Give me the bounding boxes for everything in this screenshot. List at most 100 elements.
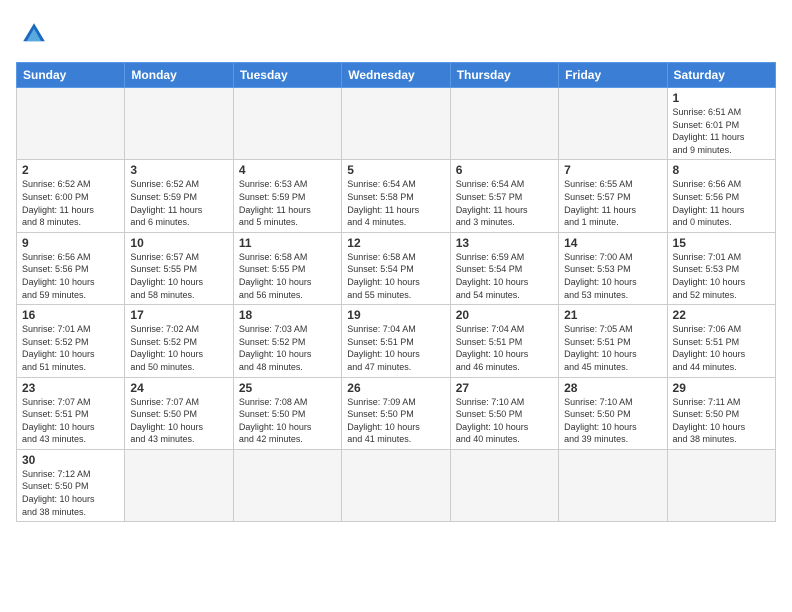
day-info: Sunrise: 7:04 AM Sunset: 5:51 PM Dayligh…: [347, 323, 444, 373]
logo: [16, 16, 56, 52]
calendar-row: 16Sunrise: 7:01 AM Sunset: 5:52 PM Dayli…: [17, 305, 776, 377]
day-number: 4: [239, 163, 336, 177]
calendar-cell: 4Sunrise: 6:53 AM Sunset: 5:59 PM Daylig…: [233, 160, 341, 232]
day-info: Sunrise: 7:11 AM Sunset: 5:50 PM Dayligh…: [673, 396, 770, 446]
calendar-cell: 27Sunrise: 7:10 AM Sunset: 5:50 PM Dayli…: [450, 377, 558, 449]
calendar-row: 30Sunrise: 7:12 AM Sunset: 5:50 PM Dayli…: [17, 449, 776, 521]
day-info: Sunrise: 6:54 AM Sunset: 5:57 PM Dayligh…: [456, 178, 553, 228]
day-info: Sunrise: 7:02 AM Sunset: 5:52 PM Dayligh…: [130, 323, 227, 373]
day-number: 3: [130, 163, 227, 177]
calendar-cell: 1Sunrise: 6:51 AM Sunset: 6:01 PM Daylig…: [667, 88, 775, 160]
calendar-table: SundayMondayTuesdayWednesdayThursdayFrid…: [16, 62, 776, 522]
calendar-cell: 11Sunrise: 6:58 AM Sunset: 5:55 PM Dayli…: [233, 232, 341, 304]
day-info: Sunrise: 7:06 AM Sunset: 5:51 PM Dayligh…: [673, 323, 770, 373]
calendar-cell: [342, 88, 450, 160]
calendar-cell: 20Sunrise: 7:04 AM Sunset: 5:51 PM Dayli…: [450, 305, 558, 377]
day-info: Sunrise: 7:09 AM Sunset: 5:50 PM Dayligh…: [347, 396, 444, 446]
day-number: 26: [347, 381, 444, 395]
day-info: Sunrise: 6:52 AM Sunset: 5:59 PM Dayligh…: [130, 178, 227, 228]
calendar-cell: [125, 449, 233, 521]
day-number: 25: [239, 381, 336, 395]
day-info: Sunrise: 7:12 AM Sunset: 5:50 PM Dayligh…: [22, 468, 119, 518]
calendar-cell: 28Sunrise: 7:10 AM Sunset: 5:50 PM Dayli…: [559, 377, 667, 449]
weekday-sunday: Sunday: [17, 63, 125, 88]
day-info: Sunrise: 6:53 AM Sunset: 5:59 PM Dayligh…: [239, 178, 336, 228]
weekday-monday: Monday: [125, 63, 233, 88]
calendar-cell: [233, 88, 341, 160]
calendar-cell: 12Sunrise: 6:58 AM Sunset: 5:54 PM Dayli…: [342, 232, 450, 304]
day-info: Sunrise: 6:56 AM Sunset: 5:56 PM Dayligh…: [22, 251, 119, 301]
day-info: Sunrise: 6:56 AM Sunset: 5:56 PM Dayligh…: [673, 178, 770, 228]
calendar-cell: 10Sunrise: 6:57 AM Sunset: 5:55 PM Dayli…: [125, 232, 233, 304]
weekday-wednesday: Wednesday: [342, 63, 450, 88]
day-info: Sunrise: 6:54 AM Sunset: 5:58 PM Dayligh…: [347, 178, 444, 228]
calendar-row: 9Sunrise: 6:56 AM Sunset: 5:56 PM Daylig…: [17, 232, 776, 304]
page: SundayMondayTuesdayWednesdayThursdayFrid…: [0, 0, 792, 530]
day-info: Sunrise: 6:52 AM Sunset: 6:00 PM Dayligh…: [22, 178, 119, 228]
day-info: Sunrise: 7:07 AM Sunset: 5:51 PM Dayligh…: [22, 396, 119, 446]
weekday-header-row: SundayMondayTuesdayWednesdayThursdayFrid…: [17, 63, 776, 88]
day-number: 8: [673, 163, 770, 177]
day-number: 7: [564, 163, 661, 177]
calendar-cell: 14Sunrise: 7:00 AM Sunset: 5:53 PM Dayli…: [559, 232, 667, 304]
day-number: 20: [456, 308, 553, 322]
weekday-saturday: Saturday: [667, 63, 775, 88]
calendar-cell: [450, 88, 558, 160]
day-info: Sunrise: 6:55 AM Sunset: 5:57 PM Dayligh…: [564, 178, 661, 228]
calendar-cell: 18Sunrise: 7:03 AM Sunset: 5:52 PM Dayli…: [233, 305, 341, 377]
day-number: 13: [456, 236, 553, 250]
calendar-cell: 6Sunrise: 6:54 AM Sunset: 5:57 PM Daylig…: [450, 160, 558, 232]
day-info: Sunrise: 7:01 AM Sunset: 5:52 PM Dayligh…: [22, 323, 119, 373]
day-info: Sunrise: 6:58 AM Sunset: 5:54 PM Dayligh…: [347, 251, 444, 301]
day-number: 19: [347, 308, 444, 322]
calendar-cell: 2Sunrise: 6:52 AM Sunset: 6:00 PM Daylig…: [17, 160, 125, 232]
calendar-cell: [342, 449, 450, 521]
calendar-cell: [233, 449, 341, 521]
calendar-cell: [667, 449, 775, 521]
day-number: 22: [673, 308, 770, 322]
day-info: Sunrise: 7:07 AM Sunset: 5:50 PM Dayligh…: [130, 396, 227, 446]
day-info: Sunrise: 7:00 AM Sunset: 5:53 PM Dayligh…: [564, 251, 661, 301]
day-number: 9: [22, 236, 119, 250]
day-info: Sunrise: 7:08 AM Sunset: 5:50 PM Dayligh…: [239, 396, 336, 446]
weekday-friday: Friday: [559, 63, 667, 88]
calendar-cell: 9Sunrise: 6:56 AM Sunset: 5:56 PM Daylig…: [17, 232, 125, 304]
calendar-row: 1Sunrise: 6:51 AM Sunset: 6:01 PM Daylig…: [17, 88, 776, 160]
header: [16, 16, 776, 52]
day-info: Sunrise: 7:10 AM Sunset: 5:50 PM Dayligh…: [456, 396, 553, 446]
day-number: 1: [673, 91, 770, 105]
day-info: Sunrise: 6:51 AM Sunset: 6:01 PM Dayligh…: [673, 106, 770, 156]
day-number: 15: [673, 236, 770, 250]
day-number: 6: [456, 163, 553, 177]
day-info: Sunrise: 6:58 AM Sunset: 5:55 PM Dayligh…: [239, 251, 336, 301]
calendar-cell: 29Sunrise: 7:11 AM Sunset: 5:50 PM Dayli…: [667, 377, 775, 449]
calendar-cell: 30Sunrise: 7:12 AM Sunset: 5:50 PM Dayli…: [17, 449, 125, 521]
calendar-cell: 8Sunrise: 6:56 AM Sunset: 5:56 PM Daylig…: [667, 160, 775, 232]
day-number: 29: [673, 381, 770, 395]
calendar-row: 2Sunrise: 6:52 AM Sunset: 6:00 PM Daylig…: [17, 160, 776, 232]
calendar-cell: 5Sunrise: 6:54 AM Sunset: 5:58 PM Daylig…: [342, 160, 450, 232]
calendar-cell: 15Sunrise: 7:01 AM Sunset: 5:53 PM Dayli…: [667, 232, 775, 304]
day-number: 16: [22, 308, 119, 322]
calendar-cell: 23Sunrise: 7:07 AM Sunset: 5:51 PM Dayli…: [17, 377, 125, 449]
day-info: Sunrise: 7:10 AM Sunset: 5:50 PM Dayligh…: [564, 396, 661, 446]
weekday-thursday: Thursday: [450, 63, 558, 88]
day-number: 14: [564, 236, 661, 250]
calendar-cell: 24Sunrise: 7:07 AM Sunset: 5:50 PM Dayli…: [125, 377, 233, 449]
calendar-cell: 21Sunrise: 7:05 AM Sunset: 5:51 PM Dayli…: [559, 305, 667, 377]
calendar-cell: [559, 449, 667, 521]
weekday-tuesday: Tuesday: [233, 63, 341, 88]
calendar-cell: 19Sunrise: 7:04 AM Sunset: 5:51 PM Dayli…: [342, 305, 450, 377]
day-info: Sunrise: 7:05 AM Sunset: 5:51 PM Dayligh…: [564, 323, 661, 373]
logo-icon: [16, 16, 52, 52]
day-number: 17: [130, 308, 227, 322]
day-info: Sunrise: 6:59 AM Sunset: 5:54 PM Dayligh…: [456, 251, 553, 301]
day-number: 11: [239, 236, 336, 250]
calendar-cell: 25Sunrise: 7:08 AM Sunset: 5:50 PM Dayli…: [233, 377, 341, 449]
calendar-cell: [559, 88, 667, 160]
calendar-cell: 22Sunrise: 7:06 AM Sunset: 5:51 PM Dayli…: [667, 305, 775, 377]
day-info: Sunrise: 7:04 AM Sunset: 5:51 PM Dayligh…: [456, 323, 553, 373]
day-number: 10: [130, 236, 227, 250]
calendar-cell: 16Sunrise: 7:01 AM Sunset: 5:52 PM Dayli…: [17, 305, 125, 377]
calendar-row: 23Sunrise: 7:07 AM Sunset: 5:51 PM Dayli…: [17, 377, 776, 449]
